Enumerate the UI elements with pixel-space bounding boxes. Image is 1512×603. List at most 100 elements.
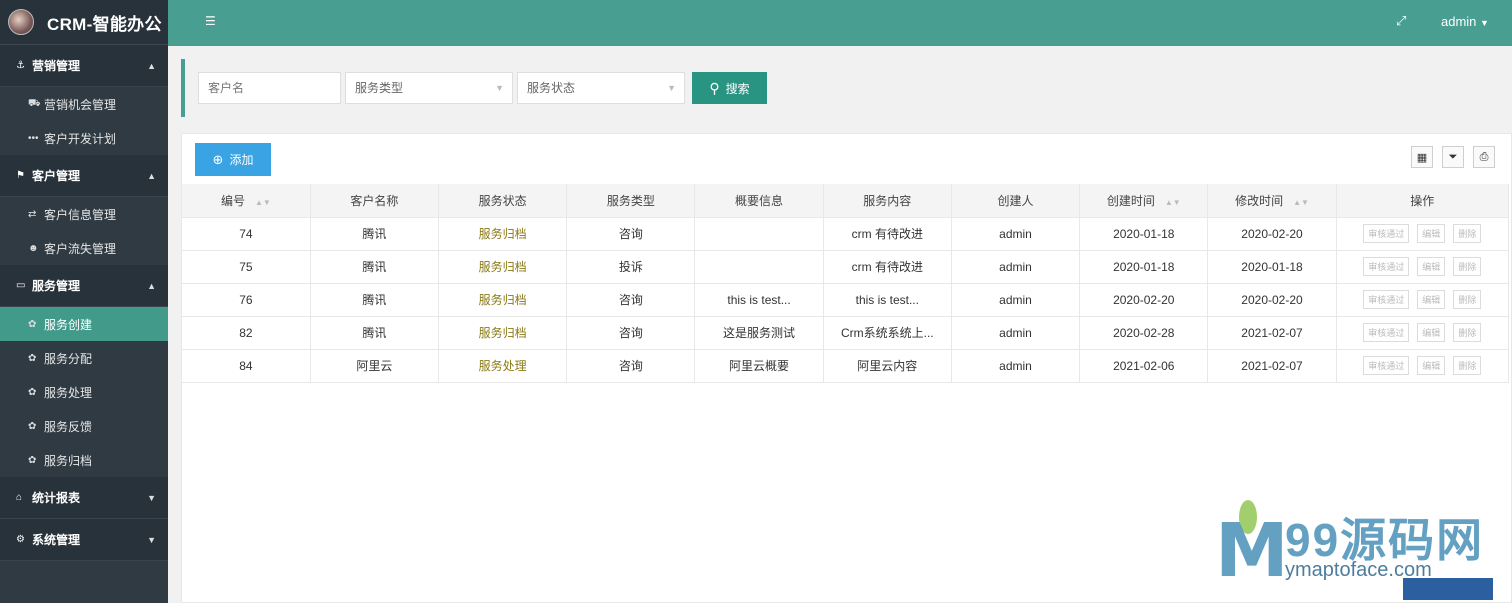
cog-icon: ✿	[28, 420, 37, 432]
table-cell: 服务归档	[438, 217, 568, 251]
chevron-up-icon: ▲	[147, 280, 156, 291]
search-bar: 客户名 服务类型 ▼ 服务状态 ▼ ⚲ 搜索	[181, 59, 1512, 117]
menu-group-1[interactable]: ⚑ 客户管理 ▲	[0, 155, 168, 197]
sidebar-item-0-1[interactable]: ••• 客户开发计划	[0, 121, 168, 155]
table-cell: 84	[182, 349, 311, 383]
search-button[interactable]: ⚲ 搜索	[692, 72, 767, 104]
sidebar-item-2-4[interactable]: ✿ 服务归档	[0, 443, 168, 477]
sidebar-menu: ⚓ 营销管理 ▲ ⛟ 营销机会管理 ••• 客户开发计划 ⚑ 客户管理 ▲ ⇄ 客户信息管理 ☻ 客户流失…	[0, 45, 168, 561]
cog-icon: ✿	[28, 318, 37, 330]
menu-group-label-wrap: ⌂ 统计报表	[16, 489, 80, 506]
menu-group-0[interactable]: ⚓ 营销管理 ▲	[0, 45, 168, 87]
table-cell: 76	[182, 283, 311, 317]
column-header: 客户名称	[310, 184, 439, 218]
menu-group-label: 服务管理	[32, 279, 81, 293]
delete-button[interactable]: 删除	[1453, 257, 1482, 276]
menu-group-3[interactable]: ⌂ 统计报表 ▼	[0, 477, 168, 519]
delete-button[interactable]: 删除	[1453, 290, 1482, 309]
cog-icon: ✿	[28, 352, 37, 364]
sort-icon[interactable]: ▲▼	[255, 198, 271, 207]
ellipsis-icon: •••	[28, 132, 39, 144]
approve-button[interactable]: 审核通过	[1363, 224, 1410, 243]
table-cell: crm 有待改进	[823, 217, 952, 251]
service-status-select[interactable]: 服务状态 ▼	[517, 72, 685, 104]
export-icon[interactable]: ⏷	[1442, 146, 1464, 168]
table-cell: 2020-02-28	[1079, 316, 1209, 350]
customer-name-input[interactable]: 客户名	[198, 72, 341, 104]
approve-button[interactable]: 审核通过	[1363, 356, 1410, 375]
watermark-badge	[1403, 578, 1493, 600]
menu-group-label: 客户管理	[32, 169, 81, 183]
table-cell: 腾讯	[310, 217, 439, 251]
column-header-label: 创建时间	[1106, 193, 1155, 208]
menu-group-label-wrap: ⚙ 系统管理	[16, 531, 80, 548]
columns-icon[interactable]: ▦	[1411, 146, 1433, 168]
table-row: 76 腾讯 服务归档 咨询 this is test... this is test...…	[182, 283, 1510, 317]
fullscreen-icon[interactable]: ⤢	[1396, 13, 1406, 29]
sidebar-item-1-1[interactable]: ☻ 客户流失管理	[0, 231, 168, 265]
column-header-label: 编号	[220, 193, 245, 208]
column-header-label: 服务状态	[478, 193, 527, 208]
sidebar-item-1-0[interactable]: ⇄ 客户信息管理	[0, 197, 168, 231]
chevron-down-icon: ▼	[495, 83, 504, 93]
sidebar-item-2-1[interactable]: ✿ 服务分配	[0, 341, 168, 375]
chevron-down-icon: ▼	[667, 83, 676, 93]
column-header: 创建时间 ▲▼	[1079, 184, 1209, 218]
sidebar-item-label: 客户流失管理	[44, 241, 117, 256]
actions-cell: 审核通过 编辑 删除	[1336, 316, 1510, 350]
menu-group-label: 系统管理	[32, 533, 81, 547]
approve-button[interactable]: 审核通过	[1363, 323, 1410, 342]
submenu: ⇄ 客户信息管理 ☻ 客户流失管理	[0, 197, 168, 265]
sort-icon[interactable]: ▲▼	[1293, 198, 1309, 207]
menu-group-2[interactable]: ▭ 服务管理 ▲	[0, 265, 168, 307]
car-icon: ⛟	[28, 97, 41, 109]
service-type-select[interactable]: 服务类型 ▼	[345, 72, 513, 104]
sidebar-item-2-2[interactable]: ✿ 服务处理	[0, 375, 168, 409]
edit-button[interactable]: 编辑	[1417, 224, 1446, 243]
service-type-label: 服务类型	[355, 81, 404, 95]
menu-group-label-wrap: ▭ 服务管理	[16, 277, 80, 294]
sidebar-item-label: 服务处理	[44, 385, 93, 400]
approve-button[interactable]: 审核通过	[1363, 257, 1410, 276]
delete-button[interactable]: 删除	[1453, 224, 1482, 243]
plus-circle-icon: ⊕	[212, 151, 224, 167]
edit-button[interactable]: 编辑	[1417, 290, 1446, 309]
column-header-label: 概要信息	[735, 193, 784, 208]
delete-button[interactable]: 删除	[1453, 323, 1482, 342]
actions-cell: 审核通过 编辑 删除	[1336, 283, 1510, 317]
table-cell: crm 有待改进	[823, 250, 952, 284]
user-menu[interactable]: admin ▼	[1441, 14, 1489, 29]
action-group: 审核通过 编辑 删除	[1337, 257, 1508, 276]
sort-icon[interactable]: ▲▼	[1165, 198, 1181, 207]
sidebar-item-0-0[interactable]: ⛟ 营销机会管理	[0, 87, 168, 121]
sidebar-item-2-0[interactable]: ✿ 服务创建	[0, 307, 168, 341]
table-cell: admin	[951, 250, 1081, 284]
menu-group-4[interactable]: ⚙ 系统管理 ▼	[0, 519, 168, 561]
table-header-row: 编号 ▲▼ 客户名称 服务状态 服务类型 概要信息 服务内容 创建人 创建时间 ▲▼ 修改时间 ▲▼ 操…	[182, 184, 1510, 218]
table-cell: 82	[182, 316, 311, 350]
table-cell: 咨询	[566, 316, 696, 350]
column-header: 创建人	[951, 184, 1081, 218]
edit-button[interactable]: 编辑	[1417, 323, 1446, 342]
add-button[interactable]: ⊕ 添加	[195, 143, 271, 176]
cog-icon: ✿	[28, 386, 37, 398]
edit-button[interactable]: 编辑	[1417, 356, 1446, 375]
service-table: 编号 ▲▼ 客户名称 服务状态 服务类型 概要信息 服务内容 创建人 创建时间 ▲▼ 修改时间 ▲▼ 操…	[182, 184, 1510, 383]
table-cell: 腾讯	[310, 316, 439, 350]
approve-button[interactable]: 审核通过	[1363, 290, 1410, 309]
logo[interactable]: CRM-智能办公	[0, 0, 168, 45]
table-cell: admin	[951, 316, 1081, 350]
menu-toggle-icon[interactable]: ☰	[205, 14, 216, 28]
edit-button[interactable]: 编辑	[1417, 257, 1446, 276]
sidebar-item-label: 服务创建	[44, 317, 93, 332]
home-icon: ⌂	[16, 492, 23, 503]
sidebar-item-2-3[interactable]: ✿ 服务反馈	[0, 409, 168, 443]
table-cell: 2021-02-06	[1079, 349, 1209, 383]
watermark: M 99源码网 ymaptoface.com	[1215, 498, 1512, 603]
column-header: 编号 ▲▼	[182, 184, 311, 218]
delete-button[interactable]: 删除	[1453, 356, 1482, 375]
anchor-icon: ⚓	[16, 60, 25, 71]
topbar: ☰ ⤢ admin ▼	[168, 0, 1512, 46]
print-icon[interactable]: ⎙	[1473, 146, 1495, 168]
desktop-icon: ▭	[16, 280, 26, 291]
